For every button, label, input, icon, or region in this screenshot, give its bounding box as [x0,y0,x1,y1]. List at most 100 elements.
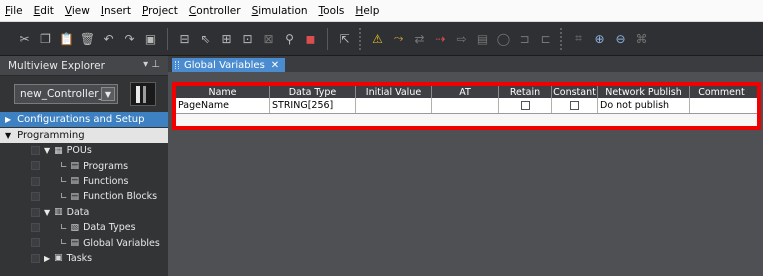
menu-view[interactable]: View [65,5,90,17]
menu-project[interactable]: Project [142,5,178,17]
cell-at[interactable] [432,98,499,113]
collapse-arrow-icon[interactable]: ▼ [44,208,50,217]
column-header-comment[interactable]: Comment [690,86,753,98]
tab-grip-icon [175,61,179,69]
menu-simulation[interactable]: Simulation [252,5,308,17]
online-icon[interactable]: ⇱ [334,28,355,50]
section-programming[interactable]: ▼ Programming [0,128,168,143]
menu-controller[interactable]: Controller [189,5,241,17]
menu-mnemonic: V [64,4,72,17]
column-header-at[interactable]: AT [432,86,499,98]
pause-simulation-icon[interactable]: ▤ [472,28,493,50]
column-header-retain[interactable]: Retain [499,86,552,98]
stop-icon[interactable]: ◼ [300,28,321,50]
expand-arrow-icon[interactable]: ▶ [44,254,50,263]
column-header-data-type[interactable]: Data Type [270,86,356,98]
column-header-constant[interactable]: Constant [552,86,598,98]
toolbar: ✂ ❐ 📋 🗑 ↶ ↷ ▣ ⊟ ⇖ ⊞ ⊡ ⊠ ⚲ ◼ ⇱ ⚠ ⤳ ⇄ ⇢ ⇨ … [0,22,763,56]
tree-item-tasks[interactable]: ▶ ▣ Tasks [0,251,168,266]
cell-name[interactable]: PageName [176,98,270,113]
toolbar-grip [359,27,363,50]
constant-checkbox[interactable] [570,101,579,110]
tree-item-label: Functions [83,175,129,187]
pane-title: Multiview Explorer ▾ ⊥ [0,56,168,76]
warning-icon[interactable]: ⚠ [367,28,388,50]
cell-initial-value[interactable] [356,98,432,113]
menu-file[interactable]: File [5,5,23,17]
cell-retain[interactable] [499,98,552,113]
tasks-icon: ▣ [54,253,63,264]
tree-item-function-blocks[interactable]: ∟ ▤ Function Blocks [0,189,168,204]
save-icon[interactable]: ▣ [140,28,161,50]
cut-icon[interactable]: ✂ [14,28,35,50]
zoom-out-icon[interactable]: ⊖ [610,28,631,50]
programs-icon: ▤ [70,161,80,172]
find-replace-icon[interactable]: ⊡ [237,28,258,50]
editor-area: Global Variables ✕ Name Data Type Initial … [168,56,763,276]
menu-label-rest: roject [148,4,178,17]
menu-help[interactable]: Help [355,5,379,17]
stop-simulation-icon[interactable]: ◯ [493,28,514,50]
delete-icon[interactable]: 🗑 [77,28,98,50]
cell-data-type[interactable]: STRING[256] [270,98,356,113]
tree-item-label: Data Types [83,222,136,234]
menu-label-rest: imulation [258,4,308,17]
tree-state-box [31,238,40,248]
cell-network-publish[interactable]: Do not publish [598,98,690,113]
search-icon[interactable]: ⚲ [279,28,300,50]
tree-item-data[interactable]: ▼ ▥ Data [0,205,168,220]
menu-label-rest: iew [71,4,90,17]
menu-tools[interactable]: Tools [319,5,345,17]
menu-insert[interactable]: Insert [101,5,131,17]
chevron-down-icon[interactable]: ▼ [101,87,115,101]
cell-comment[interactable] [690,98,753,113]
table-header: Name Data Type Initial Value AT Retain Consta… [176,86,757,98]
menu-label-rest: elp [363,4,380,17]
layout-icon[interactable]: ⊏ [535,28,556,50]
tab-global-variables[interactable]: Global Variables ✕ [172,58,286,72]
compare-controller-icon[interactable]: ⇢ [430,28,451,50]
pin-icon[interactable]: ▾ ⊥ [143,59,160,70]
global-variables-icon: ▤ [70,238,80,249]
step-icon[interactable]: ⊐ [514,28,535,50]
section-configurations-and-setup[interactable]: ▶ Configurations and Setup [0,112,168,127]
menu-label-rest: nsert [103,4,131,17]
menu-label-rest: ontroller [196,4,241,17]
tree-item-global-variables[interactable]: ∟ ▤ Global Variables [0,235,168,250]
simulation-icon[interactable]: ⌘ [631,28,652,50]
compare-icon[interactable]: ⊠ [258,28,279,50]
table-row[interactable]: PageName STRING[256] Do not publish [176,98,757,114]
tree-item-programs[interactable]: ∟ ▤ Programs [0,158,168,173]
cell-constant[interactable] [552,98,598,113]
collapse-arrow-icon: ▼ [5,131,12,140]
column-header-name[interactable]: Name [176,86,270,98]
column-header-initial-value[interactable]: Initial Value [356,86,432,98]
build-icon[interactable]: ⊟ [174,28,195,50]
tree-branch-line: ∟ [60,161,68,172]
cross-reference-icon[interactable]: ⊞ [216,28,237,50]
collapse-arrow-icon[interactable]: ▼ [44,146,50,155]
tree-item-pous[interactable]: ▼ ▦ POUs [0,143,168,158]
transfer-to-controller-icon[interactable]: ⤳ [388,28,409,50]
menu-edit[interactable]: Edit [34,5,54,17]
highlight-frame: Name Data Type Initial Value AT Retain Consta… [172,82,761,130]
document-tab-strip: Global Variables ✕ [168,56,763,72]
transfer-from-controller-icon[interactable]: ⇄ [409,28,430,50]
multiview-explorer: Multiview Explorer ▾ ⊥ new_Controller_0 … [0,56,168,276]
paste-icon[interactable]: 📋 [56,28,77,50]
tree-item-functions[interactable]: ∟ ▤ Functions [0,174,168,189]
toolbar-separator [327,27,328,50]
select-icon[interactable]: ⇖ [195,28,216,50]
section-label: Configurations and Setup [17,114,145,125]
close-icon[interactable]: ✕ [271,60,279,71]
retain-checkbox[interactable] [520,101,530,110]
undo-icon[interactable]: ↶ [98,28,119,50]
copy-icon[interactable]: ❐ [35,28,56,50]
zoom-fit-icon[interactable]: ⌗ [568,28,589,50]
tree-item-data-types[interactable]: ∟ ▧ Data Types [0,220,168,235]
controller-select[interactable]: new_Controller_0 ▼ [14,84,118,104]
zoom-in-icon[interactable]: ⊕ [589,28,610,50]
column-header-network-publish[interactable]: Network Publish [598,86,690,98]
redo-icon[interactable]: ↷ [119,28,140,50]
start-simulation-icon[interactable]: ⇨ [451,28,472,50]
